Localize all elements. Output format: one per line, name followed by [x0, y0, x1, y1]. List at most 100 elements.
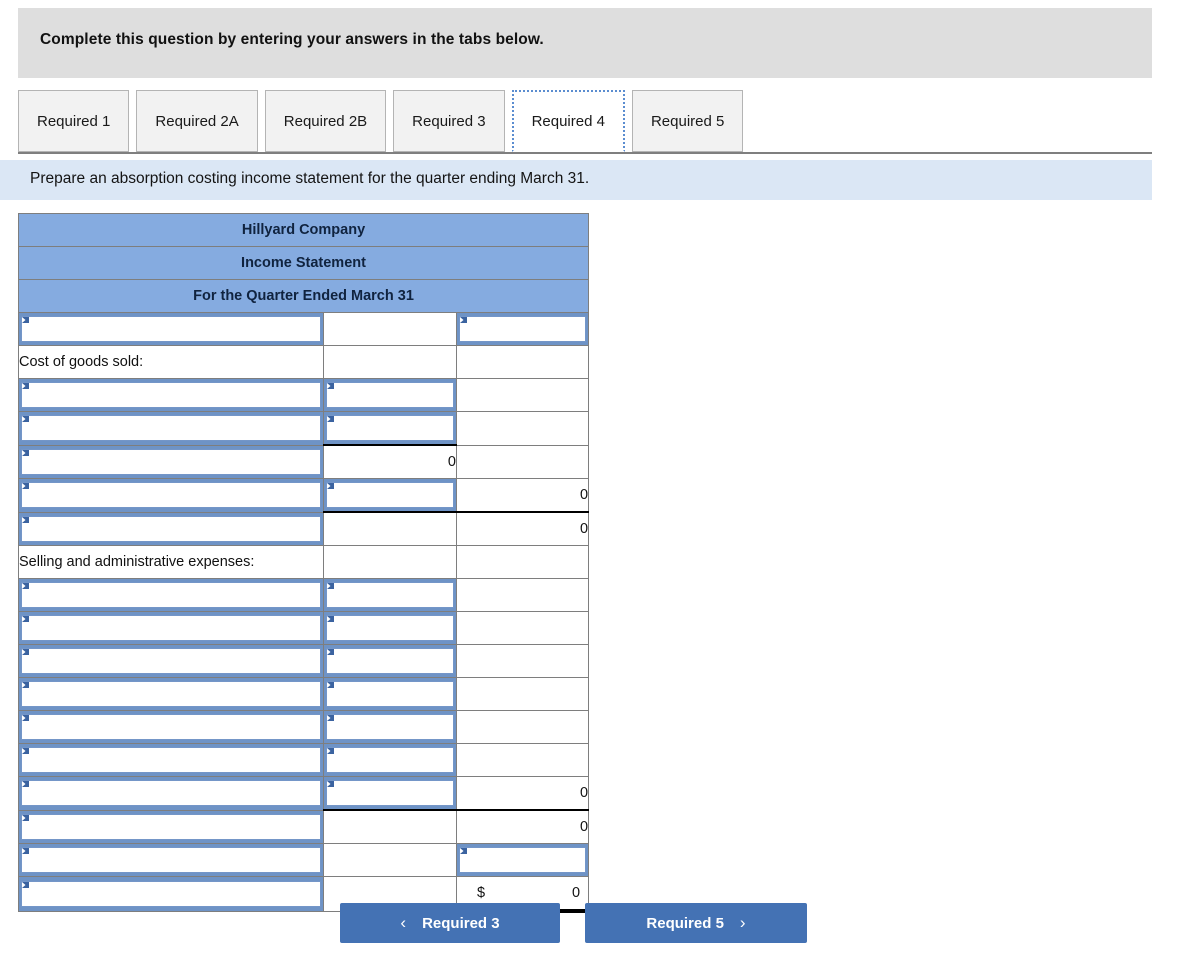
tab-required-1[interactable]: Required 1 — [18, 90, 130, 152]
income-statement-table: Hillyard Company Income Statement For the … — [17, 213, 590, 913]
dropdown-input[interactable] — [21, 813, 321, 840]
statement-empty-cell — [455, 444, 590, 479]
dropdown-cell[interactable] — [323, 478, 457, 513]
dropdown-input[interactable] — [21, 648, 321, 674]
dropdown-input[interactable] — [21, 382, 321, 408]
tab-label: Required 2A — [155, 112, 239, 130]
dropdown-input[interactable] — [326, 482, 454, 508]
dropdown-cell[interactable] — [18, 644, 324, 678]
statement-header-row: Income Statement — [17, 246, 590, 280]
amount-value: 0 — [579, 487, 589, 503]
dropdown-input[interactable] — [326, 780, 454, 806]
dropdown-cell[interactable] — [18, 776, 324, 811]
dropdown-input[interactable] — [21, 316, 321, 342]
dropdown-input[interactable] — [326, 747, 454, 773]
dropdown-input[interactable] — [326, 714, 454, 740]
statement-header-cell: Income Statement — [17, 246, 590, 280]
dropdown-cell[interactable] — [455, 843, 590, 877]
dropdown-input[interactable] — [21, 615, 321, 641]
tab-required-2a[interactable]: Required 2A — [136, 90, 258, 152]
dropdown-cell[interactable] — [323, 677, 457, 711]
statement-row: 0 — [18, 478, 590, 513]
dropdown-input[interactable] — [21, 482, 321, 509]
prev-required-label: Required 3 — [422, 914, 500, 932]
dropdown-input[interactable] — [326, 681, 454, 707]
tab-required-3[interactable]: Required 3 — [393, 90, 505, 152]
tab-required-5[interactable]: Required 5 — [631, 90, 744, 152]
dropdown-cell[interactable] — [323, 644, 457, 678]
dropdown-input[interactable] — [21, 415, 321, 442]
dropdown-input[interactable] — [21, 515, 321, 542]
tab-label: Required 2B — [283, 112, 368, 130]
dropdown-cell[interactable] — [18, 677, 324, 711]
dropdown-input[interactable] — [459, 847, 587, 873]
statement-empty-cell — [455, 677, 590, 711]
statement-empty-cell — [323, 345, 457, 379]
statement-empty-cell — [455, 345, 590, 379]
statement-row — [18, 378, 590, 412]
statement-empty-cell — [455, 743, 590, 777]
dropdown-cell[interactable] — [455, 312, 590, 346]
dropdown-cell[interactable] — [18, 843, 324, 877]
dropdown-input[interactable] — [326, 648, 454, 674]
dropdown-cell[interactable] — [18, 312, 324, 346]
tab-strip: Required 1 Required 2A Required 2B Required… — [0, 90, 1152, 156]
dropdown-input[interactable] — [21, 448, 321, 475]
statement-empty-cell — [323, 511, 457, 546]
dropdown-cell[interactable] — [18, 743, 324, 777]
tab-required-2b[interactable]: Required 2B — [264, 90, 387, 152]
dropdown-input[interactable] — [21, 582, 321, 608]
dropdown-input[interactable] — [326, 615, 454, 641]
currency-symbol: $ — [477, 885, 486, 901]
dropdown-input[interactable] — [459, 316, 587, 342]
dropdown-cell[interactable] — [323, 378, 457, 412]
dropdown-input[interactable] — [21, 780, 321, 807]
dropdown-cell[interactable] — [18, 710, 324, 744]
tab-list: Required 1 Required 2A Required 2B Required… — [18, 90, 750, 154]
statement-empty-cell — [455, 545, 590, 579]
chevron-right-icon: › — [739, 913, 746, 932]
statement-empty-cell — [455, 710, 590, 744]
chevron-left-icon: ‹ — [400, 913, 407, 932]
tab-required-4[interactable]: Required 4 — [511, 90, 625, 152]
prev-required-button[interactable]: ‹ Required 3 — [340, 903, 560, 943]
amount-value: 0 — [571, 885, 581, 901]
amount-value: 0 — [579, 785, 589, 801]
dropdown-cell[interactable] — [323, 776, 457, 811]
dropdown-input[interactable] — [21, 847, 321, 873]
statement-empty-cell — [455, 578, 590, 612]
statement-row — [18, 611, 590, 645]
dropdown-cell[interactable] — [18, 444, 324, 479]
statement-amount-cell: 0 — [455, 776, 590, 811]
dropdown-cell[interactable] — [323, 710, 457, 744]
dropdown-cell[interactable] — [323, 578, 457, 612]
tab-label: Required 1 — [37, 112, 111, 130]
tab-label: Required 3 — [412, 112, 486, 130]
dropdown-cell[interactable] — [18, 478, 324, 513]
dropdown-cell[interactable] — [18, 378, 324, 412]
dropdown-cell[interactable] — [18, 578, 324, 612]
next-required-button[interactable]: Required 5 › — [585, 903, 807, 943]
statement-row: Cost of goods sold: — [18, 345, 590, 379]
dropdown-cell[interactable] — [18, 411, 324, 446]
dropdown-cell[interactable] — [323, 411, 457, 446]
dropdown-cell[interactable] — [18, 809, 324, 844]
statement-amount-cell: 0 — [455, 478, 590, 513]
next-required-label: Required 5 — [646, 914, 724, 932]
dropdown-cell[interactable] — [323, 611, 457, 645]
dropdown-input[interactable] — [21, 681, 321, 707]
dropdown-input[interactable] — [326, 415, 454, 441]
dropdown-cell[interactable] — [323, 743, 457, 777]
amount-value: 0 — [579, 819, 589, 835]
dropdown-input[interactable] — [326, 382, 454, 408]
statement-row: 0 — [18, 511, 590, 546]
dropdown-input[interactable] — [326, 582, 454, 608]
dropdown-input[interactable] — [21, 747, 321, 773]
tab-label: Required 5 — [650, 112, 725, 130]
dropdown-cell[interactable] — [18, 611, 324, 645]
dropdown-input[interactable] — [21, 714, 321, 740]
statement-row — [18, 578, 590, 612]
dropdown-cell[interactable] — [18, 511, 324, 546]
statement-amount-cell: 0 — [323, 444, 457, 479]
statement-row: 0 — [18, 444, 590, 479]
